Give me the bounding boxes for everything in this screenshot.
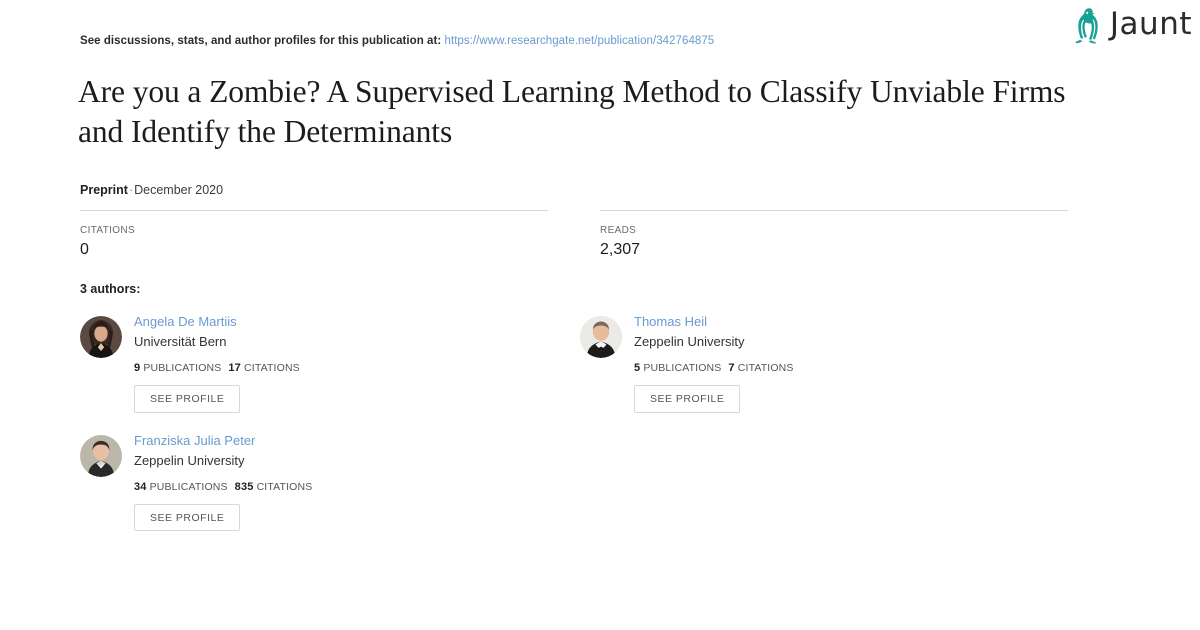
author-body: Angela De Martiis Universität Bern 9 PUB… — [134, 312, 300, 413]
brand-logo: Jaunt — [1070, 7, 1192, 45]
metric-citations: CITATIONS 0 — [80, 210, 548, 259]
see-profile-button[interactable]: SEE PROFILE — [134, 503, 241, 532]
author-name-link[interactable]: Angela De Martiis — [134, 314, 300, 330]
author-card: Thomas Heil Zeppelin University 5 PUBLIC… — [580, 312, 1080, 413]
author-stats: 34 PUBLICATIONS 835 CITATIONS — [134, 481, 312, 493]
publications-label: PUBLICATIONS — [643, 362, 722, 375]
citations-label: CITATIONS — [737, 362, 794, 375]
publication-date: December 2020 — [134, 183, 224, 197]
publications-label: PUBLICATIONS — [143, 362, 222, 375]
citations-count: 835 — [234, 480, 254, 493]
metric-value: 0 — [80, 241, 89, 258]
avatar — [580, 316, 622, 358]
author-affiliation: Universität Bern — [134, 334, 227, 350]
metric-label: READS — [600, 225, 637, 236]
discussions-line: See discussions, stats, and author profi… — [80, 35, 714, 47]
author-stats: 5 PUBLICATIONS 7 CITATIONS — [634, 362, 794, 374]
author-name-link[interactable]: Thomas Heil — [634, 314, 794, 330]
page-title: Are you a Zombie? A Supervised Learning … — [78, 74, 1066, 150]
avatar — [80, 434, 122, 477]
metric-reads: READS 2,307 — [600, 210, 1068, 259]
authors-grid: Angela De Martiis Universität Bern 9 PUB… — [80, 312, 1080, 549]
publication-type-label: Preprint — [80, 183, 128, 197]
metric-divider — [80, 210, 548, 211]
citations-count: 17 — [228, 362, 241, 375]
author-body: Franziska Julia Peter Zeppelin Universit… — [134, 431, 312, 532]
see-profile-button[interactable]: SEE PROFILE — [634, 385, 741, 413]
publications-label: PUBLICATIONS — [149, 480, 228, 493]
publications-count: 34 — [134, 480, 147, 493]
brand-wordmark: Jaunt — [1109, 6, 1192, 42]
discussions-prefix: See discussions, stats, and author profi… — [80, 35, 442, 47]
author-affiliation: Zeppelin University — [634, 334, 745, 350]
publications-count: 5 — [634, 362, 641, 375]
publications-count: 9 — [134, 362, 141, 375]
publication-meta: Preprint·December 2020 — [80, 183, 223, 197]
author-card: Franziska Julia Peter Zeppelin Universit… — [80, 431, 580, 532]
avatar — [80, 316, 122, 358]
authors-count-label: 3 authors: — [80, 282, 141, 296]
author-stats: 9 PUBLICATIONS 17 CITATIONS — [134, 362, 300, 374]
publication-url-link[interactable]: https://www.researchgate.net/publication… — [445, 35, 715, 47]
citations-label: CITATIONS — [256, 480, 313, 493]
citations-label: CITATIONS — [244, 362, 300, 375]
metric-value: 2,307 — [600, 241, 641, 258]
see-profile-button[interactable]: SEE PROFILE — [134, 385, 241, 413]
author-body: Thomas Heil Zeppelin University 5 PUBLIC… — [634, 312, 794, 413]
author-card: Angela De Martiis Universität Bern 9 PUB… — [80, 312, 580, 413]
metric-label: CITATIONS — [80, 225, 136, 236]
metrics-row: CITATIONS 0 READS 2,307 — [80, 210, 1070, 259]
citations-count: 7 — [728, 362, 735, 375]
publication-header-page: Jaunt See discussions, stats, and author… — [0, 0, 1200, 630]
penguin-icon — [1070, 7, 1104, 45]
author-affiliation: Zeppelin University — [134, 452, 245, 468]
metric-divider — [600, 210, 1068, 211]
author-name-link[interactable]: Franziska Julia Peter — [134, 433, 312, 449]
